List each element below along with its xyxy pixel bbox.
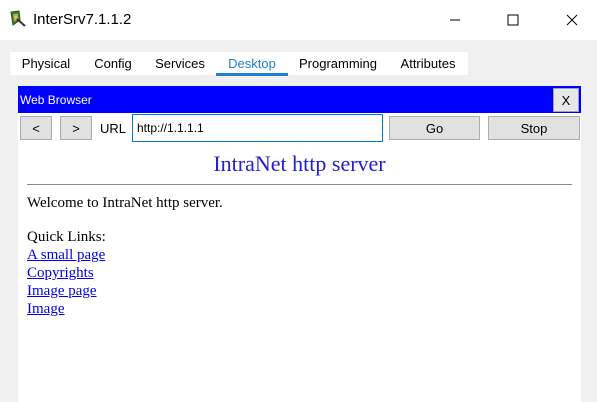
list-item: A small page xyxy=(27,247,105,265)
list-item: Image xyxy=(27,301,105,319)
page-title: IntraNet http server xyxy=(213,151,386,176)
browser-toolbar: < > URL Go Stop xyxy=(18,113,581,145)
tab-desktop[interactable]: Desktop xyxy=(216,52,288,76)
window-title: InterSrv7.1.1.2 xyxy=(33,11,132,28)
link-small-page[interactable]: A small page xyxy=(27,247,105,263)
tab-config[interactable]: Config xyxy=(82,52,144,75)
minimize-icon xyxy=(449,14,461,26)
browser-close-button[interactable]: X xyxy=(553,88,579,112)
list-item: Copyrights xyxy=(27,265,105,283)
maximize-button[interactable] xyxy=(490,0,536,40)
go-button[interactable]: Go xyxy=(389,116,480,140)
welcome-text: Welcome to IntraNet http server. xyxy=(27,195,223,211)
link-copyrights[interactable]: Copyrights xyxy=(27,265,94,281)
stop-button[interactable]: Stop xyxy=(488,116,580,140)
tab-attributes[interactable]: Attributes xyxy=(388,52,468,75)
page-content: IntraNet http server Welcome to IntraNet… xyxy=(18,145,581,402)
browser-title: Web Browser xyxy=(20,93,92,107)
link-image-page[interactable]: Image page xyxy=(27,283,97,299)
web-browser-panel: Web Browser X < > URL Go Stop IntraNet h… xyxy=(18,86,581,402)
close-window-button[interactable] xyxy=(549,0,595,40)
url-label: URL xyxy=(100,121,127,136)
close-icon xyxy=(566,14,578,26)
horizontal-rule xyxy=(27,184,572,185)
tab-physical[interactable]: Physical xyxy=(10,52,82,75)
quick-links-heading: Quick Links: xyxy=(27,229,106,245)
link-image[interactable]: Image xyxy=(27,301,64,317)
packet-tracer-server-icon xyxy=(8,9,28,29)
minimize-button[interactable] xyxy=(432,0,478,40)
list-item: Image page xyxy=(27,283,105,301)
back-button[interactable]: < xyxy=(20,116,52,140)
frame-edge xyxy=(597,40,610,402)
window-titlebar: InterSrv7.1.1.2 xyxy=(0,0,610,40)
tab-services[interactable]: Services xyxy=(144,52,216,75)
device-tabs: Physical Config Services Desktop Program… xyxy=(10,52,468,76)
tab-programming[interactable]: Programming xyxy=(288,52,388,75)
forward-button[interactable]: > xyxy=(60,116,92,140)
quick-links-list: A small page Copyrights Image page Image xyxy=(27,247,105,319)
url-input[interactable] xyxy=(132,114,383,142)
browser-titlebar: Web Browser X xyxy=(18,86,581,113)
maximize-icon xyxy=(507,14,519,26)
